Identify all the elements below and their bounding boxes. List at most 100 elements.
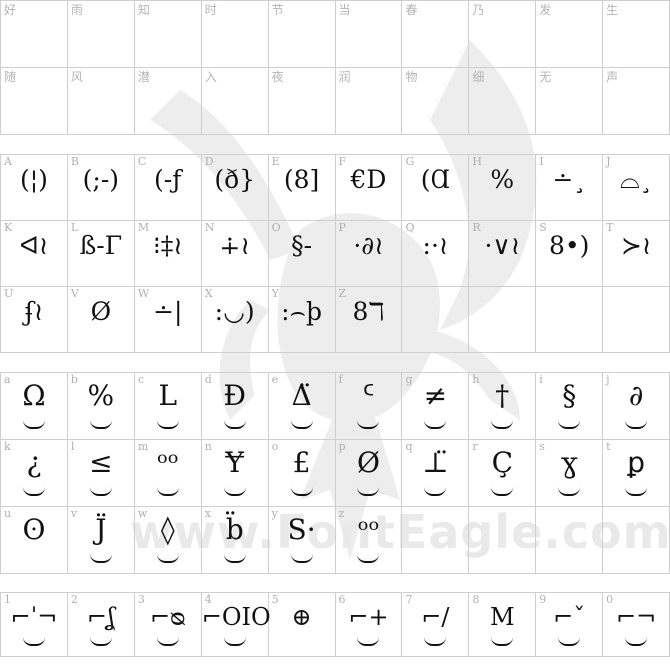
glyph-sample: ꝑ [627, 446, 645, 479]
glyph-cell: 夜 [268, 68, 336, 135]
glyph-cell: Q:·≀ [402, 221, 470, 287]
glyph-sample: (-ƒ [154, 165, 182, 194]
cjk-sample: 知 [137, 3, 150, 17]
glyph-sample: ∸¸ [552, 165, 586, 194]
glyph-cell: A (¦) [1, 155, 68, 221]
glyph-cell: o £ [268, 440, 336, 507]
glyph-sample: Δ̈ [291, 379, 312, 412]
glyph-cell: 时 [201, 1, 269, 68]
glyph-cell: 随 [1, 68, 68, 135]
glyph-sample: ⌐¬ [616, 603, 657, 631]
glyph-sample: ⁝‡≀ [152, 231, 183, 260]
smile-mark [290, 487, 313, 496]
glyph-sample: J̈ [95, 513, 107, 546]
cjk-sample: 发 [539, 3, 552, 17]
smile-mark [89, 637, 112, 646]
glyph-cell: 3 ⌐ᴓ [134, 593, 202, 657]
glyph-cell: S 8•) [536, 221, 604, 287]
cjk-sample: 潜 [137, 70, 150, 84]
cjk-row: 好 雨 知 时 节 当 春 乃 发 生 [1, 1, 670, 68]
glyph-cell: x b̈ [201, 507, 269, 574]
smile-mark [558, 637, 581, 646]
glyph-sample: ɣ [560, 446, 578, 479]
glyph-cell: 物 [402, 68, 470, 135]
smile-mark [424, 487, 447, 496]
glyph-sample: ≻≀ [620, 231, 652, 260]
glyph-cell: aΩ [1, 373, 68, 440]
glyph-cell: fᑦ [335, 373, 403, 440]
glyph-cell: 4 ⌐OIO [201, 593, 271, 657]
glyph-cell: uʘ [1, 507, 68, 574]
glyph-cell: 细 [469, 68, 537, 135]
glyph-cell: l ≤ [67, 440, 135, 507]
glyph-sample: :·≀ [422, 231, 449, 260]
glyph-cell: 生 [603, 1, 670, 68]
glyph-cell: e Δ̈ [268, 373, 336, 440]
glyph-cell: Lß-Γ [67, 221, 135, 287]
cjk-sample: 当 [338, 3, 351, 17]
glyph-sample: £ [292, 446, 311, 479]
glyph-sample: (;-) [82, 165, 120, 194]
glyph-cell: G (Ɑ [402, 155, 470, 221]
glyph-sample: ß-Γ [79, 231, 123, 260]
glyph-cell: X:◡) [201, 287, 269, 353]
smile-mark [22, 487, 45, 496]
glyph-cell: pØ [335, 440, 403, 507]
smile-mark [491, 420, 514, 429]
glyph-sample: ⊥̈ [422, 446, 449, 479]
glyph-cell: z ᵒᵒ [335, 507, 403, 574]
smile-mark [424, 420, 447, 429]
cjk-sample: 雨 [70, 3, 83, 17]
glyph-sample: M [490, 603, 515, 631]
glyph-cell: Uʄ≀ [1, 287, 68, 353]
glyph-cell: B (;-) [67, 155, 135, 221]
smile-mark [156, 420, 179, 429]
glyph-sample: Ç [491, 446, 514, 479]
glyph-cell-empty [603, 507, 670, 574]
smile-mark [89, 554, 112, 563]
glyph-sample: ¿ [26, 446, 42, 479]
digit-grid: 1 ⌐ˈ¬ 2 ⌐ʆ 3 ⌐ᴓ 4 ⌐OIO 5 ⊕ 6 ⌐+ 7 ⌐/ 8M 9 ⌐ˇ 0 ⌐¬ [0, 592, 670, 657]
glyph-cell: E (8] [268, 155, 336, 221]
smile-mark [625, 637, 648, 646]
glyph-cell: 无 [536, 68, 604, 135]
glyph-sample: † [495, 379, 510, 412]
cjk-sample: 入 [204, 70, 217, 84]
glyph-sample: % [87, 379, 115, 412]
glyph-sample: :◡) [214, 297, 255, 326]
glyph-sample: ⌐ˈ¬ [10, 603, 58, 631]
glyph-sample: Đ [223, 379, 246, 412]
digit-row: 1 ⌐ˈ¬ 2 ⌐ʆ 3 ⌐ᴓ 4 ⌐OIO 5 ⊕ 6 ⌐+ 7 ⌐/ 8M 9 ⌐ˇ 0 ⌐¬ [1, 593, 670, 657]
glyph-sample: Ø [90, 297, 112, 326]
glyph-sample: ᵒᵒ [156, 446, 179, 479]
glyph-cell: 雨 [67, 1, 135, 68]
glyph-cell: i § [536, 373, 604, 440]
glyph-cell: 2 ⌐ʆ [67, 593, 135, 657]
glyph-sample: ᑦ [362, 379, 375, 412]
cjk-sample: 生 [606, 3, 619, 17]
glyph-cell: 5 ⊕ [268, 593, 336, 657]
glyph-sample: Ø [357, 446, 380, 479]
glyph-sample: (Ɑ [420, 165, 451, 194]
glyph-cell: K ᐊ≀ [1, 221, 68, 287]
smile-mark [22, 420, 45, 429]
glyph-sample: §- [291, 231, 313, 260]
glyph-cell-empty [469, 507, 537, 574]
glyph-cell: Z 8ℸ [335, 287, 403, 353]
smile-mark [357, 554, 380, 563]
glyph-cell: m ᵒᵒ [134, 440, 202, 507]
glyph-sample: €D [350, 165, 387, 194]
smile-mark [223, 420, 246, 429]
glyph-cell: cL [134, 373, 202, 440]
lowercase-row: uʘ v J̈ w ◊ x b̈ y S· z ᵒᵒ [1, 507, 670, 574]
glyph-sample: ⊕ [291, 603, 312, 631]
glyph-sample: ≤ [89, 446, 113, 479]
cjk-sample: 物 [405, 70, 418, 84]
glyph-cell: 好 [1, 1, 68, 68]
cjk-sample: 时 [204, 3, 217, 17]
glyph-sample: ᐊ≀ [19, 231, 49, 260]
smile-mark [223, 487, 246, 496]
glyph-cell: 6 ⌐+ [335, 593, 403, 657]
glyph-cell: h † [469, 373, 537, 440]
glyph-cell: q ⊥̈ [402, 440, 470, 507]
